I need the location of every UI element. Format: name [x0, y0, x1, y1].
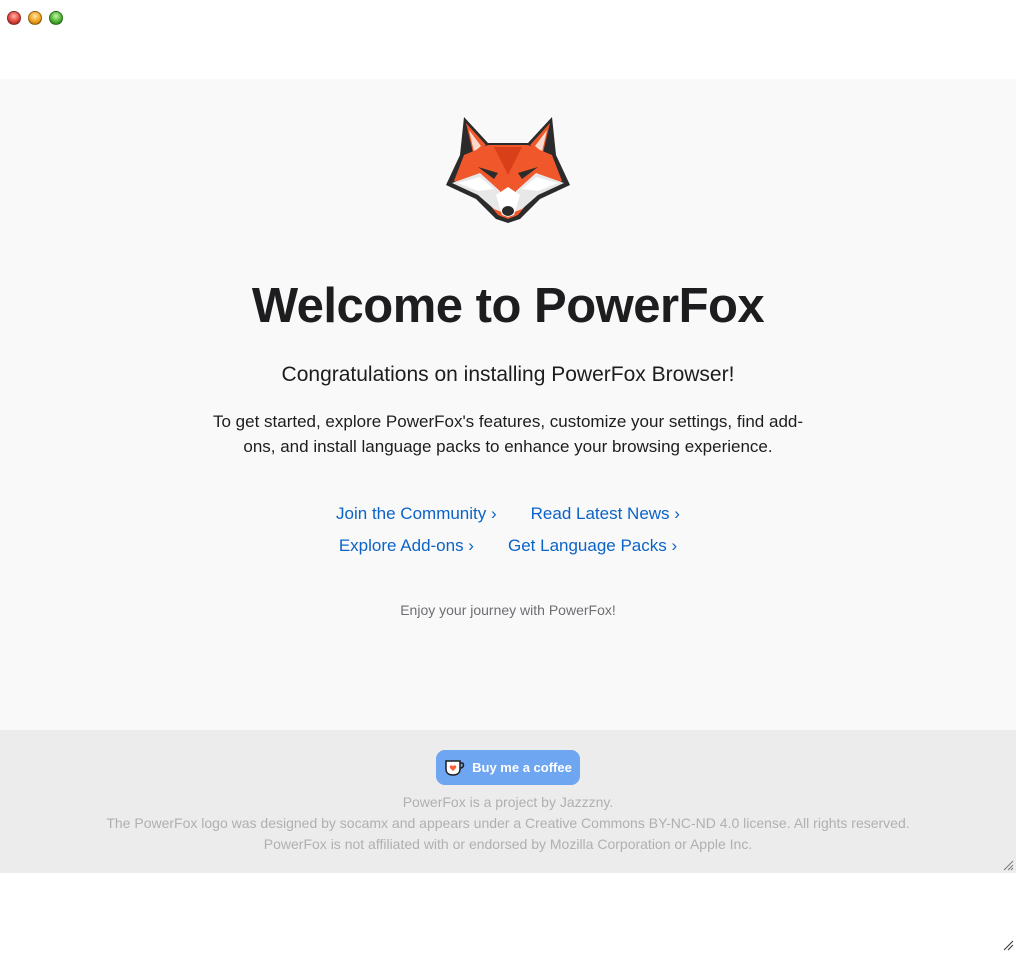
links-row-1: Join the Community › Read Latest News › [0, 498, 1016, 530]
close-window-button[interactable] [7, 11, 21, 25]
quick-links: Join the Community › Read Latest News › … [0, 498, 1016, 562]
welcome-page: Welcome to PowerFox Congratulations on i… [0, 79, 1016, 730]
join-community-link[interactable]: Join the Community › [336, 504, 497, 524]
coffee-button-label: Buy me a coffee [472, 760, 572, 775]
page-title: Welcome to PowerFox [251, 279, 765, 333]
explore-addons-link[interactable]: Explore Add-ons › [339, 536, 474, 556]
coffee-cup-icon [445, 759, 465, 776]
minimize-window-button[interactable] [28, 11, 42, 25]
browser-window: Welcome to PowerFox Congratulations on i… [0, 0, 1016, 953]
zoom-window-button[interactable] [49, 11, 63, 25]
footer: Buy me a coffee PowerFox is a project by… [0, 730, 1016, 873]
buy-me-a-coffee-button[interactable]: Buy me a coffee [436, 750, 580, 785]
footer-project-line: PowerFox is a project by Jazzzny. [402, 794, 614, 810]
intro-description: To get started, explore PowerFox's featu… [212, 412, 804, 456]
page-resize-grip-icon[interactable] [1003, 860, 1014, 871]
links-row-2: Explore Add-ons › Get Language Packs › [0, 530, 1016, 562]
footer-license-line: The PowerFox logo was designed by socamx… [106, 815, 910, 831]
window-resize-grip-icon[interactable] [1003, 940, 1014, 951]
window-controls [7, 11, 63, 25]
congratulations-subtitle: Congratulations on installing PowerFox B… [281, 363, 735, 386]
footer-credits: PowerFox is a project by Jazzzny. The Po… [0, 792, 1016, 855]
fox-head-icon [446, 117, 570, 223]
read-news-link[interactable]: Read Latest News › [531, 504, 680, 524]
footer-affiliation-line: PowerFox is not affiliated with or endor… [263, 836, 753, 852]
language-packs-link[interactable]: Get Language Packs › [508, 536, 677, 556]
closing-message: Enjoy your journey with PowerFox! [400, 602, 616, 618]
